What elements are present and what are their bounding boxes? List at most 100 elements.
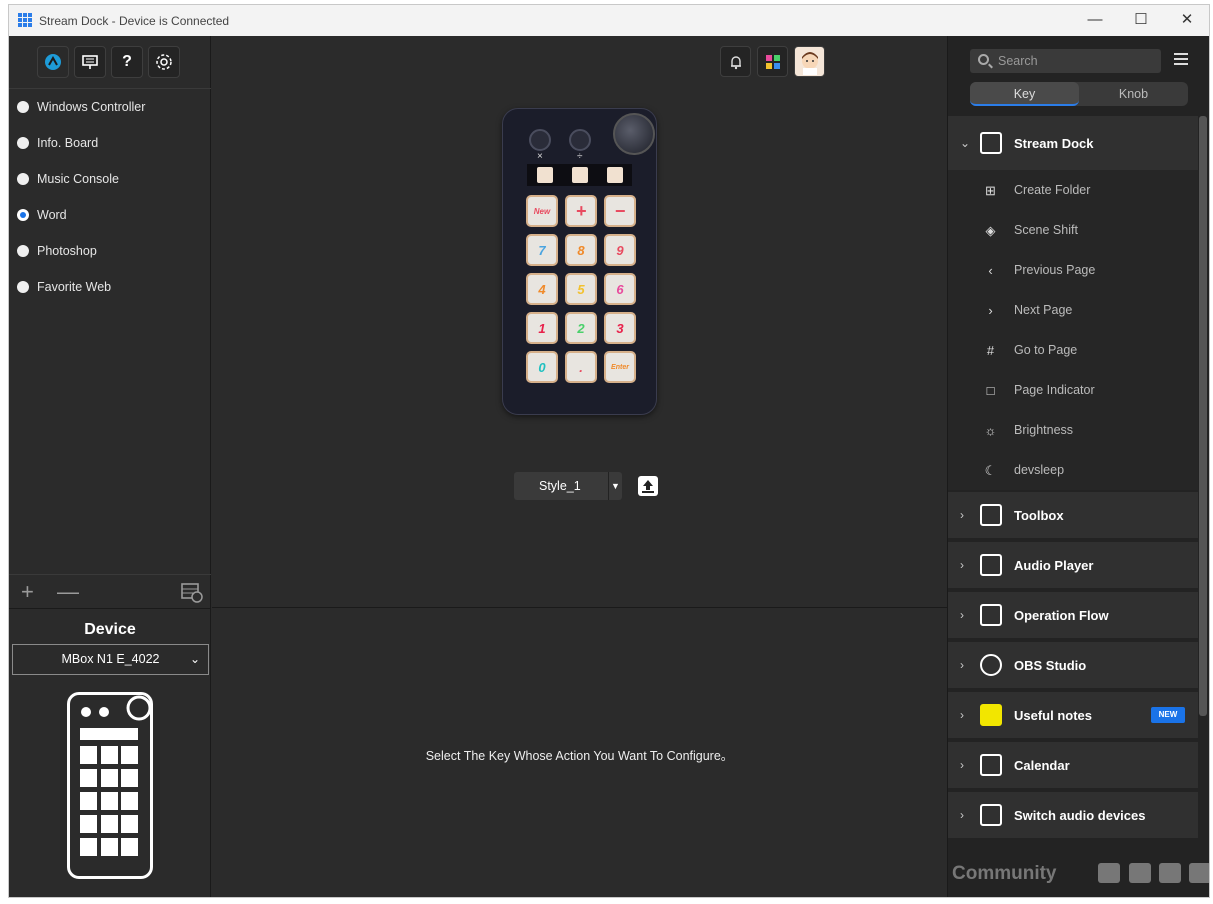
device-illustration [67, 692, 153, 879]
action-label: Brightness [1014, 423, 1074, 437]
settings-button[interactable] [148, 46, 180, 78]
action-item[interactable]: □ Page Indicator [948, 370, 1198, 410]
device-select[interactable]: MBox N1 E_4022 ⌄ [12, 644, 209, 675]
toolbox-icon [980, 504, 1002, 526]
category-obs-studio[interactable]: › OBS Studio [948, 640, 1198, 688]
device-layout-icon [80, 695, 152, 856]
category-toolbox[interactable]: › Toolbox [948, 490, 1198, 538]
device-select-value: MBox N1 E_4022 [61, 652, 160, 666]
category-stream-dock[interactable]: ⌄ Stream Dock [948, 116, 1198, 170]
facebook-icon[interactable] [1129, 863, 1151, 883]
notification-button[interactable] [720, 46, 751, 77]
dock-key[interactable]: New [526, 195, 558, 227]
profile-item[interactable]: Favorite Web [9, 269, 211, 305]
plugins-icon [765, 54, 780, 69]
discord-icon[interactable] [1098, 863, 1120, 883]
presentation-button[interactable] [74, 46, 106, 78]
profile-actions: + — [9, 574, 211, 608]
action-item[interactable]: # Go to Page [948, 330, 1198, 370]
community-bar: Community [948, 841, 1209, 897]
list-view-icon[interactable] [1174, 53, 1188, 65]
dock-key[interactable]: − [604, 195, 636, 227]
layers-icon: ◈ [985, 222, 996, 238]
minimize-button[interactable]: — [1072, 5, 1118, 35]
profile-item[interactable]: Windows Controller [9, 89, 211, 125]
category-useful-notes[interactable]: › Useful notes NEW [948, 690, 1198, 738]
action-item[interactable]: › Next Page [948, 290, 1198, 330]
center-panel: × ÷ New + − 7 8 9 4 5 6 1 2 3 0 . Enter [212, 36, 947, 897]
stream-dock-device: × ÷ New + − 7 8 9 4 5 6 1 2 3 0 . Enter [502, 108, 657, 415]
gear-icon [156, 54, 172, 70]
dock-key[interactable]: 6 [604, 273, 636, 305]
dock-key[interactable]: 4 [526, 273, 558, 305]
dock-key[interactable]: 5 [565, 273, 597, 305]
dock-key[interactable]: 1 [526, 312, 558, 344]
category-switch-audio[interactable]: › Switch audio devices [948, 790, 1198, 838]
chevron-right-icon: › [960, 658, 964, 672]
left-panel: ? Windows Controller Info. Board Music C… [9, 36, 211, 897]
dock-key[interactable]: . [565, 351, 597, 383]
knob-large[interactable] [613, 113, 655, 155]
mail-icon[interactable] [1189, 863, 1209, 883]
profile-item[interactable]: Info. Board [9, 125, 211, 161]
profile-manager-icon[interactable] [181, 581, 203, 603]
dock-key[interactable]: Enter [604, 351, 636, 383]
dock-key[interactable]: 2 [565, 312, 597, 344]
action-item[interactable]: ☼ Brightness [948, 410, 1198, 450]
dock-key[interactable]: 9 [604, 234, 636, 266]
key-grid: New + − 7 8 9 4 5 6 1 2 3 0 . Enter [526, 195, 636, 383]
action-label: Next Page [1014, 303, 1073, 317]
add-profile-button[interactable]: + [21, 579, 34, 605]
profile-item[interactable]: Word [9, 197, 211, 233]
plugins-button[interactable] [757, 46, 788, 77]
radio-button[interactable] [17, 101, 29, 113]
create-folder-icon: ⊞ [985, 182, 996, 198]
radio-button-selected[interactable] [17, 209, 29, 221]
dock-key[interactable]: 8 [565, 234, 597, 266]
profile-label: Music Console [37, 172, 119, 186]
action-label: Create Folder [1014, 183, 1091, 197]
radio-button[interactable] [17, 281, 29, 293]
display-strip[interactable] [527, 164, 632, 186]
maximize-button[interactable]: ☐ [1118, 5, 1164, 35]
action-item[interactable]: ‹ Previous Page [948, 250, 1198, 290]
profile-list: Windows Controller Info. Board Music Con… [9, 88, 211, 305]
category-audio-player[interactable]: › Audio Player [948, 540, 1198, 588]
upload-button[interactable] [638, 476, 658, 496]
category-calendar[interactable]: › Calendar [948, 740, 1198, 788]
help-button[interactable]: ? [111, 46, 143, 78]
user-avatar[interactable] [794, 46, 825, 77]
dock-key[interactable]: 7 [526, 234, 558, 266]
dock-key[interactable]: 0 [526, 351, 558, 383]
moon-icon: ☾ [984, 462, 997, 478]
store-button[interactable] [37, 46, 69, 78]
style-select[interactable]: Style_1 ▼ [514, 472, 622, 500]
remove-profile-button[interactable]: — [57, 579, 79, 605]
category-label: Toolbox [1014, 507, 1064, 523]
category-operation-flow[interactable]: › Operation Flow [948, 590, 1198, 638]
chat-icon[interactable] [1159, 863, 1181, 883]
profile-item[interactable]: Music Console [9, 161, 211, 197]
radio-button[interactable] [17, 137, 29, 149]
action-item[interactable]: ⊞ Create Folder [948, 170, 1198, 210]
close-button[interactable]: ✕ [1164, 5, 1209, 35]
next-icon: › [988, 302, 993, 318]
scrollbar[interactable] [1199, 116, 1207, 716]
radio-button[interactable] [17, 245, 29, 257]
profile-item[interactable]: Photoshop [9, 233, 211, 269]
action-item[interactable]: ☾ devsleep [948, 450, 1198, 490]
action-item[interactable]: ◈ Scene Shift [948, 210, 1198, 250]
category-label: Operation Flow [1014, 607, 1109, 623]
tab-key[interactable]: Key [970, 82, 1079, 106]
knob-left[interactable] [529, 129, 551, 151]
title-bar: Stream Dock - Device is Connected — ☐ ✕ [9, 5, 1209, 36]
radio-button[interactable] [17, 173, 29, 185]
dock-key[interactable]: + [565, 195, 597, 227]
search-input[interactable]: Search [970, 49, 1161, 73]
tab-knob[interactable]: Knob [1079, 82, 1188, 106]
action-label: Previous Page [1014, 263, 1096, 277]
profile-label: Info. Board [37, 136, 99, 150]
dock-key[interactable]: 3 [604, 312, 636, 344]
action-label: Go to Page [1014, 343, 1078, 357]
knob-middle[interactable] [569, 129, 591, 151]
